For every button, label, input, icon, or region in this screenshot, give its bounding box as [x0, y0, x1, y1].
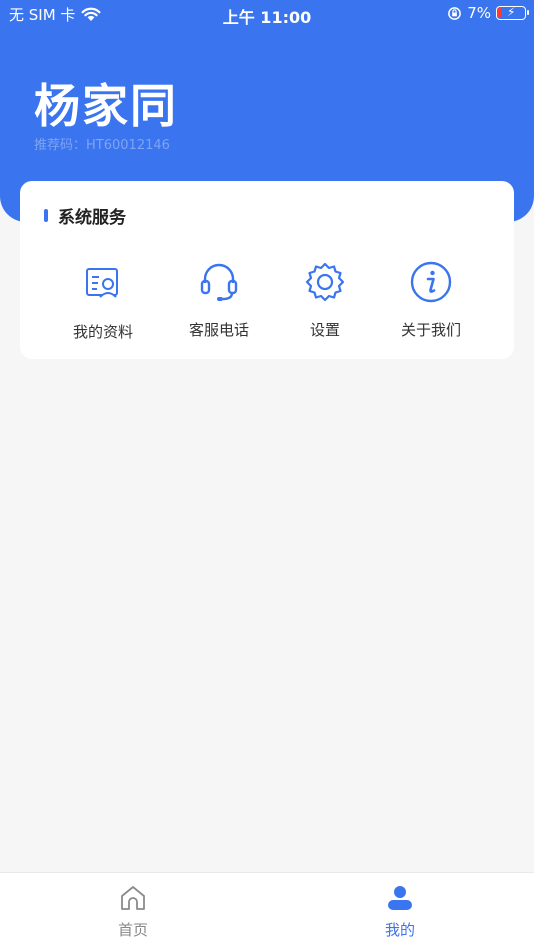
section-title-text: 系统服务: [58, 208, 126, 228]
tab-home[interactable]: 首页: [73, 883, 193, 940]
home-icon: [121, 886, 145, 910]
section-title: 系统服务: [44, 203, 126, 228]
service-label: 关于我们: [400, 321, 461, 339]
title-accent-bar: [44, 209, 48, 222]
user-name: 杨家同: [34, 79, 178, 133]
referral-code: 推荐码：HT60012146: [34, 134, 170, 153]
tab-label: 首页: [117, 921, 148, 939]
info-icon: [410, 261, 452, 303]
gear-icon: [305, 262, 345, 302]
status-bar: 无 SIM 卡 上午 11:00 7% ⚡: [0, 0, 534, 28]
headset-icon: [200, 263, 238, 301]
system-services-card: 系统服务 我的资料 客服电话 设置 关于我们: [20, 181, 514, 359]
service-settings[interactable]: 设置: [270, 259, 380, 340]
orientation-lock-icon: [448, 6, 462, 20]
service-customer-phone[interactable]: 客服电话: [164, 259, 274, 340]
referral-label: 推荐码：: [34, 138, 87, 153]
tab-bar: 首页 我的: [0, 872, 534, 950]
battery-icon: ⚡: [496, 5, 529, 20]
referral-value: HT60012146: [86, 138, 170, 153]
service-label: 我的资料: [72, 323, 133, 341]
user-icon: [388, 886, 412, 910]
service-my-profile[interactable]: 我的资料: [48, 261, 158, 342]
service-about-us[interactable]: 关于我们: [376, 259, 486, 340]
battery-percent: 7%: [467, 4, 491, 22]
profile-card-icon: [86, 268, 118, 298]
service-label: 客服电话: [188, 321, 249, 339]
service-label: 设置: [309, 321, 340, 339]
tab-label: 我的: [384, 921, 415, 939]
tab-mine[interactable]: 我的: [340, 883, 460, 940]
